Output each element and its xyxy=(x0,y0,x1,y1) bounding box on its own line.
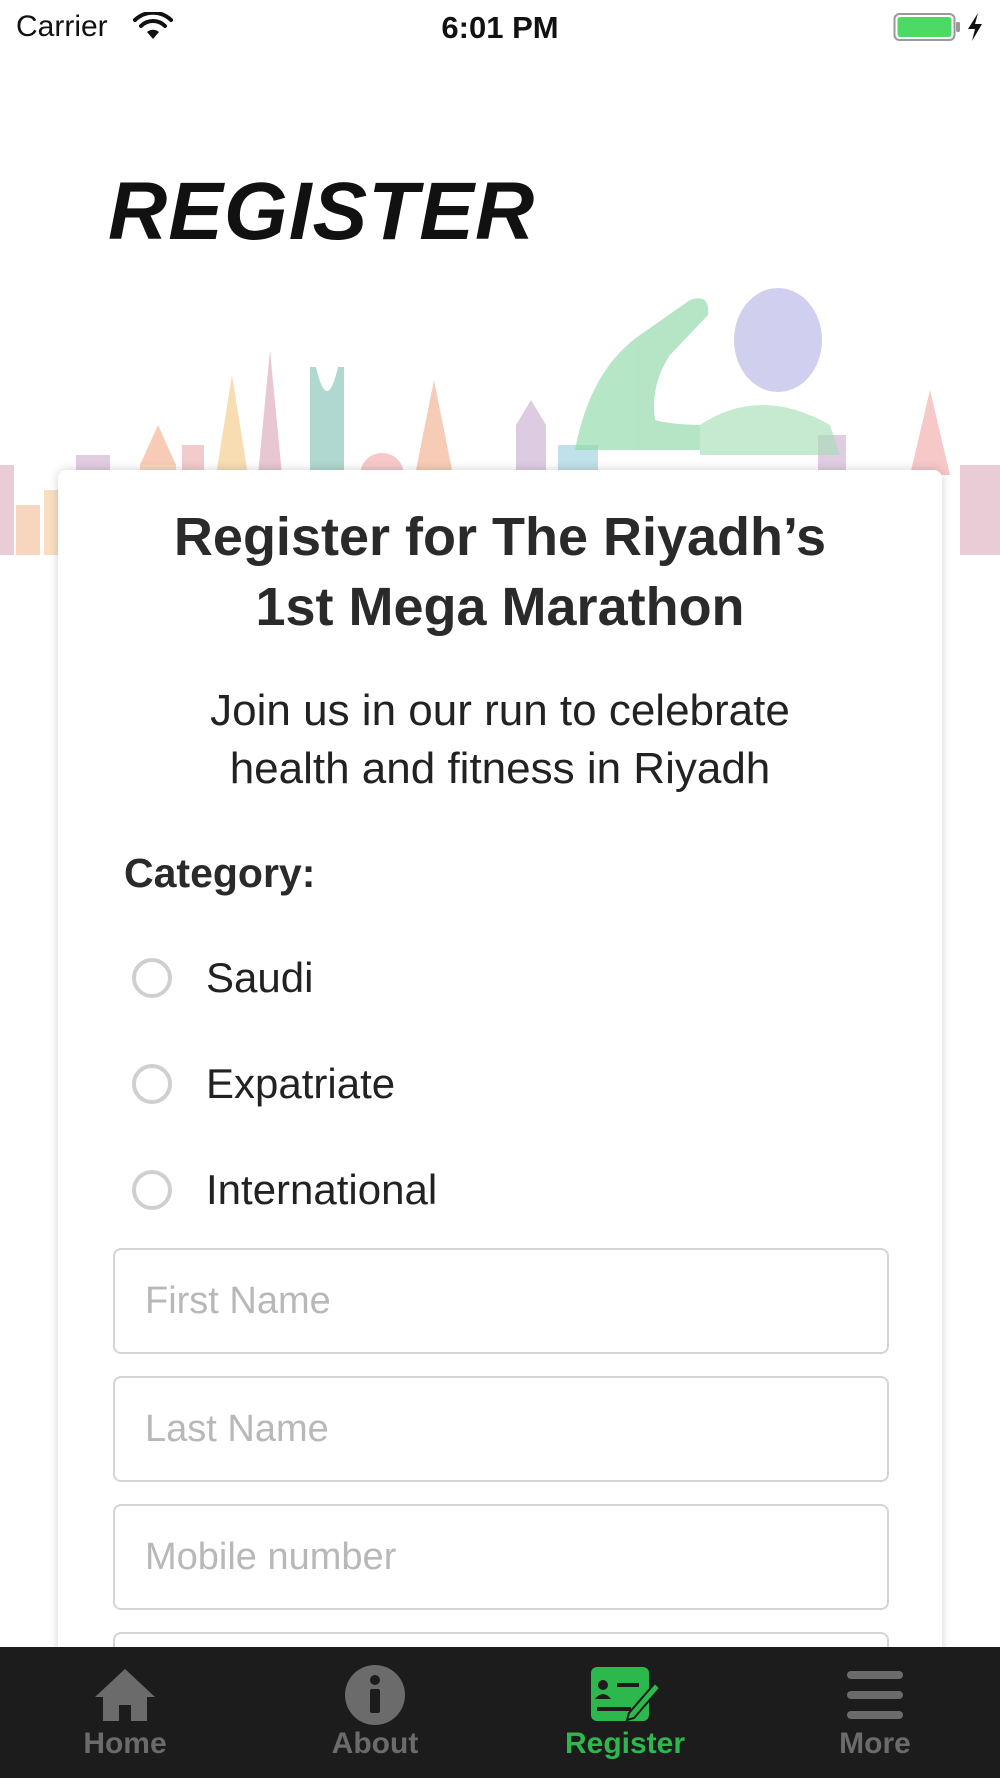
radio-button-saudi[interactable] xyxy=(132,958,172,998)
category-label: Category: xyxy=(124,850,316,896)
info-icon xyxy=(345,1665,405,1725)
card-subtitle: Join us in our run to celebrate health a… xyxy=(98,682,902,798)
tab-about-label: About xyxy=(331,1727,419,1760)
last-name-field[interactable] xyxy=(113,1376,889,1482)
card-title-line-1: Register for The Riyadh’s xyxy=(173,507,827,567)
card-subtitle-line-2: health and fitness in Riyadh xyxy=(229,744,771,793)
tab-home-label: Home xyxy=(83,1727,167,1760)
mobile-number-field[interactable] xyxy=(113,1504,889,1610)
category-option-expatriate[interactable]: Expatriate xyxy=(132,1054,832,1114)
category-option-label: Saudi xyxy=(206,954,314,1001)
tab-register[interactable]: Register xyxy=(500,1647,750,1778)
tab-more-label: More xyxy=(839,1727,911,1760)
tab-register-label: Register xyxy=(564,1727,686,1760)
card-subtitle-line-1: Join us in our run to celebrate xyxy=(210,686,790,735)
category-option-label: Expatriate xyxy=(206,1060,396,1107)
page-title: REGISTER xyxy=(108,166,536,257)
hamburger-menu-icon xyxy=(847,1671,903,1719)
status-time: 6:01 PM xyxy=(441,10,559,45)
tab-more[interactable]: More xyxy=(750,1647,1000,1778)
status-bar: Carrier 6:01 PM xyxy=(0,0,1000,56)
register-form-icon xyxy=(591,1667,661,1722)
card-title-line-2: 1st Mega Marathon xyxy=(255,577,745,637)
card-title: Register for The Riyadh’s 1st Mega Marat… xyxy=(58,502,942,642)
category-option-label: International xyxy=(206,1166,438,1213)
tab-bar: Home About Register More xyxy=(0,1647,1000,1778)
category-option-international[interactable]: International xyxy=(132,1160,832,1220)
radio-button-international[interactable] xyxy=(132,1170,172,1210)
tab-home[interactable]: Home xyxy=(0,1647,250,1778)
tab-about[interactable]: About xyxy=(250,1647,500,1778)
battery-icon xyxy=(893,13,960,41)
charging-bolt-icon xyxy=(968,13,982,41)
home-icon xyxy=(95,1669,155,1721)
category-option-saudi[interactable]: Saudi xyxy=(132,948,832,1008)
first-name-field[interactable] xyxy=(113,1248,889,1354)
registration-card: Register for The Riyadh’s 1st Mega Marat… xyxy=(58,470,942,1770)
radio-button-expatriate[interactable] xyxy=(132,1064,172,1104)
